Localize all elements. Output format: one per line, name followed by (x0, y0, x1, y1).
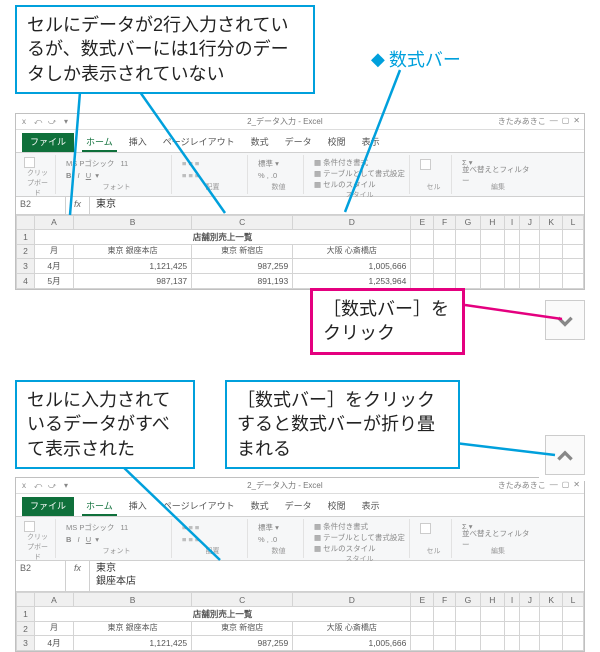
font-size[interactable]: 11 (120, 159, 128, 168)
tab-formula[interactable]: 数式 (247, 497, 273, 516)
ribbon: クリップボード MS Pゴシック 11B I U ▾フォント ≡ ≡ ≡≡ ≡ … (16, 153, 584, 197)
tab-data[interactable]: データ (281, 497, 316, 516)
close-icon[interactable]: ✕ (573, 480, 580, 491)
callout-1: セルにデータが2行入力されているが、数式バーには1行分のデータしか表示されていな… (15, 5, 315, 94)
grp-number: 数値 (258, 182, 299, 192)
grp-clipboard: クリップボード (24, 168, 51, 198)
name-box[interactable]: B2 (16, 197, 66, 214)
formula-bar-row-1: B2 fx 東京 (16, 197, 584, 215)
formula-bar-expanded[interactable]: 東京 銀座本店 (90, 561, 584, 591)
btn-cell-style[interactable]: セルのスタイル (323, 179, 376, 190)
excel-icon: x (18, 117, 30, 127)
user-name: きたみあきこ (498, 480, 546, 491)
grp-edit: 編集 (462, 182, 534, 192)
diamond-formula-bar: 数式バー (363, 42, 469, 76)
tab-review[interactable]: 校閲 (324, 133, 350, 152)
excel-icon: x (18, 481, 30, 491)
min-icon[interactable]: — (550, 116, 558, 127)
callout-2-text: ［数式バー］をクリック (323, 299, 449, 343)
fx-icon[interactable]: fx (66, 197, 90, 214)
btn-cond-format[interactable]: 条件付き書式 (323, 157, 368, 168)
excel-title: 2_データ入力 - Excel (72, 116, 498, 127)
tab-view[interactable]: 表示 (358, 133, 384, 152)
table-row: 45月987,137891,1931,253,964 (17, 273, 584, 288)
formula-bar-expand-button[interactable] (545, 300, 585, 340)
callout-1-text: セルにデータが2行入力されているが、数式バーには1行分のデータしか表示されていな… (27, 15, 289, 84)
worksheet-1[interactable]: ABCDEFGHIJKL 1店舗別売上一覧 2月東京 銀座本店東京 新宿店大阪 … (16, 215, 584, 289)
user-name: きたみあきこ (498, 116, 546, 127)
tab-home[interactable]: ホーム (82, 133, 117, 152)
callout-2: ［数式バー］をクリック (310, 288, 465, 355)
min-icon[interactable]: — (550, 480, 558, 491)
excel-title: 2_データ入力 - Excel (72, 480, 498, 491)
grp-align: 配置 (182, 182, 243, 192)
table-row: 34月1,121,425987,2591,005,666 (17, 258, 584, 273)
formula-bar[interactable]: 東京 (90, 197, 584, 214)
callout-4: ［数式バー］をクリックすると数式バーが折り畳まれる (225, 380, 460, 469)
max-icon[interactable]: ▢ (562, 480, 570, 491)
tab-data[interactable]: データ (281, 133, 316, 152)
callout-3: セルに入力されているデータがすべて表示された (15, 380, 195, 469)
worksheet-2[interactable]: ABCDEFGHIJKL 1店舗別売上一覧 2月東京 銀座本店東京 新宿店大阪 … (16, 592, 584, 651)
font-name[interactable]: MS Pゴシック (66, 158, 114, 169)
table-title: 店舗別売上一覧 (35, 229, 411, 244)
name-box[interactable]: B2 (16, 561, 66, 591)
tab-insert[interactable]: 挿入 (125, 497, 151, 516)
ribbon-tabs: ファイル ホーム 挿入 ページレイアウト 数式 データ 校閲 表示 (16, 130, 584, 153)
tab-review[interactable]: 校閲 (324, 497, 350, 516)
callout-3-text: セルに入力されているデータがすべて表示された (27, 390, 170, 459)
tab-layout[interactable]: ページレイアウト (159, 133, 239, 152)
callout-4-text: ［数式バー］をクリックすると数式バーが折り畳まれる (237, 390, 435, 459)
excel-window-2: x⤺⤻▾ 2_データ入力 - Excel きたみあきこ—▢✕ ファイル ホーム … (15, 477, 585, 652)
table-row: 34月1,121,425987,2591,005,666 (17, 636, 584, 651)
diamond-text: 数式バー (389, 46, 461, 72)
btn-table-format[interactable]: テーブルとして書式設定 (323, 168, 405, 179)
tab-view[interactable]: 表示 (358, 497, 384, 516)
tab-formula[interactable]: 数式 (247, 133, 273, 152)
close-icon[interactable]: ✕ (573, 116, 580, 127)
excel-window-1: x⤺⤻▾ 2_データ入力 - Excel きたみあきこ—▢✕ ファイル ホーム … (15, 113, 585, 290)
tab-file[interactable]: ファイル (22, 133, 74, 152)
tab-file[interactable]: ファイル (22, 497, 74, 516)
tab-insert[interactable]: 挿入 (125, 133, 151, 152)
formula-bar-collapse-button[interactable] (545, 435, 585, 475)
tab-layout[interactable]: ページレイアウト (159, 497, 239, 516)
fx-icon[interactable]: fx (66, 561, 90, 591)
grp-cell: セル (420, 182, 447, 192)
tab-home[interactable]: ホーム (82, 497, 117, 516)
grp-font: フォント (66, 182, 167, 192)
max-icon[interactable]: ▢ (562, 116, 570, 127)
